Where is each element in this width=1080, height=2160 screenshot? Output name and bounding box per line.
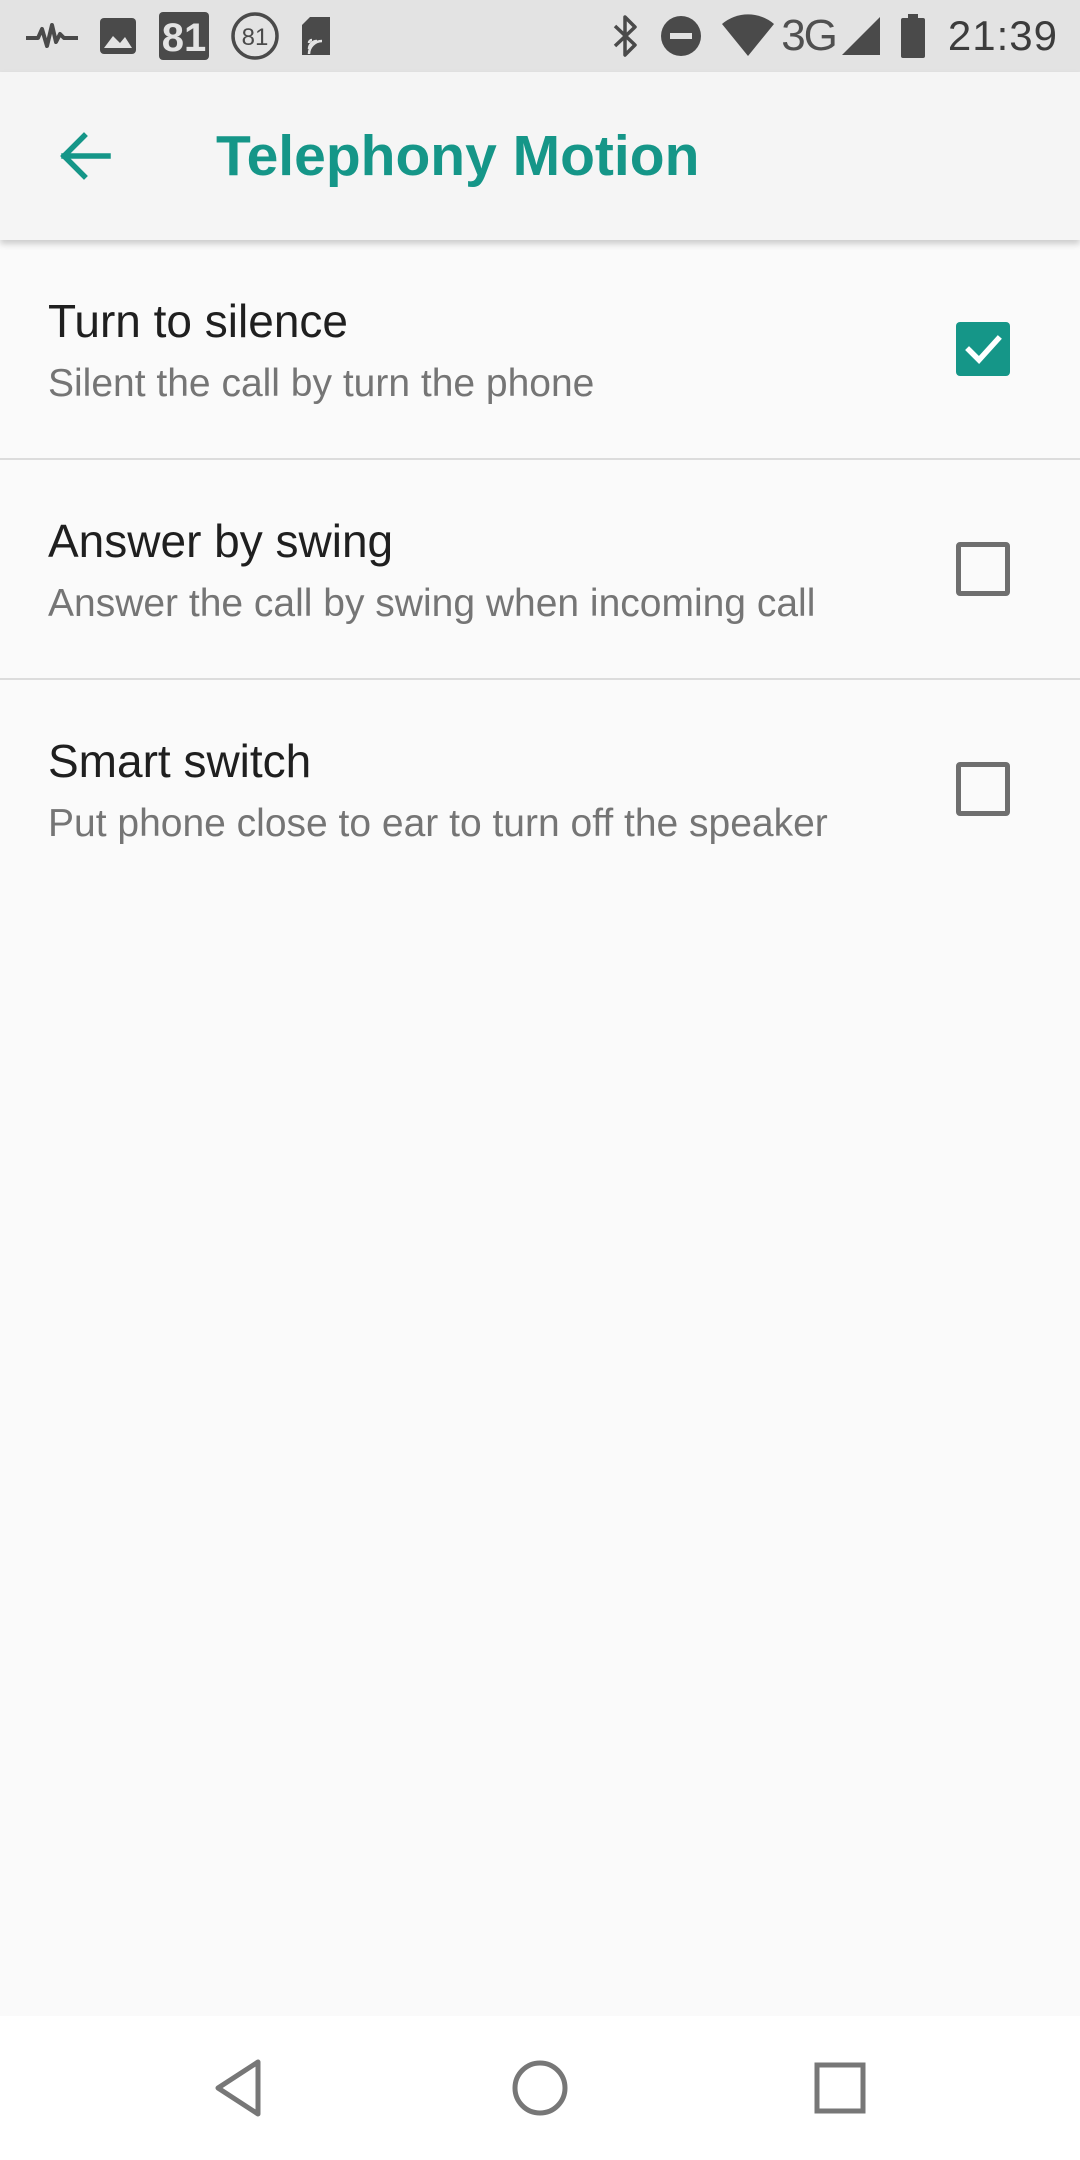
back-button[interactable] bbox=[44, 114, 128, 198]
nav-back-button[interactable] bbox=[192, 2040, 288, 2136]
activity-icon bbox=[26, 21, 78, 51]
smart-switch-checkbox[interactable] bbox=[956, 762, 1010, 816]
sd-card-icon bbox=[300, 15, 332, 57]
status-bar-system: 3G 21:39 bbox=[593, 0, 1058, 72]
nav-recents-button[interactable] bbox=[792, 2040, 888, 2136]
pref-title: Answer by swing bbox=[48, 515, 394, 567]
image-icon bbox=[98, 16, 138, 56]
turn-to-silence-checkbox[interactable] bbox=[956, 322, 1010, 376]
nav-home-icon bbox=[512, 2060, 568, 2116]
do-not-disturb-icon bbox=[659, 14, 703, 58]
network-type: 3G bbox=[781, 11, 838, 60]
notification-number: 81 bbox=[162, 16, 207, 60]
wifi-icon bbox=[721, 14, 775, 58]
circled-number: 81 bbox=[242, 24, 269, 51]
arrow-back-icon bbox=[60, 132, 111, 180]
pref-title: Turn to silence bbox=[48, 295, 348, 347]
bluetooth-icon bbox=[611, 13, 641, 59]
circled-number-icon: 81 bbox=[230, 11, 280, 61]
toolbar: Telephony Motion bbox=[0, 72, 1080, 240]
preference-list: Turn to silence Silent the call by turn … bbox=[0, 240, 1080, 898]
number-badge-icon: 81 bbox=[158, 11, 210, 61]
battery-icon bbox=[900, 13, 926, 59]
pref-item-turn-to-silence[interactable]: Turn to silence Silent the call by turn … bbox=[0, 240, 1080, 460]
pref-item-answer-by-swing[interactable]: Answer by swing Answer the call by swing… bbox=[0, 460, 1080, 680]
checkmark-icon bbox=[965, 335, 1002, 364]
status-bar-notifications: 81 81 bbox=[26, 0, 352, 72]
nav-recents-icon bbox=[814, 2062, 866, 2114]
status-bar: 81 81 3G 21:39 bbox=[0, 0, 1080, 72]
page-title: Telephony Motion bbox=[216, 124, 700, 188]
answer-by-swing-checkbox[interactable] bbox=[956, 542, 1010, 596]
pref-title: Smart switch bbox=[48, 735, 312, 787]
screen: 81 81 3G 21:39 Telephony Motion Turn to … bbox=[0, 0, 1080, 2160]
pref-summary: Answer the call by swing when incoming c… bbox=[48, 582, 816, 625]
pref-summary: Put phone close to ear to turn off the s… bbox=[48, 802, 828, 845]
pref-item-smart-switch[interactable]: Smart switch Put phone close to ear to t… bbox=[0, 680, 1080, 898]
clock: 21:39 bbox=[947, 12, 1058, 59]
signal-icon bbox=[840, 15, 882, 57]
nav-back-icon bbox=[215, 2059, 261, 2117]
nav-home-button[interactable] bbox=[492, 2040, 588, 2136]
pref-summary: Silent the call by turn the phone bbox=[48, 362, 595, 405]
navigation-bar bbox=[0, 2016, 1080, 2160]
